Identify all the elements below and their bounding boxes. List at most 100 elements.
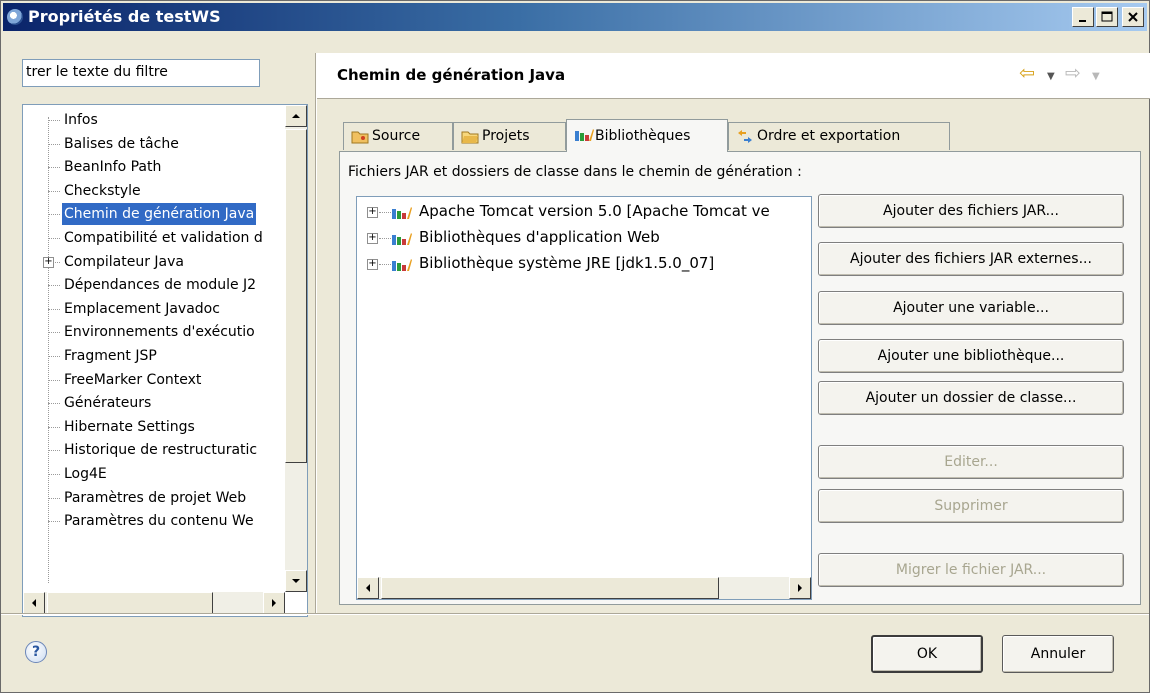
edit-button[interactable]: Editer... [818, 445, 1124, 479]
tree-item[interactable]: BeanInfo Path [23, 156, 285, 180]
library-icon [392, 233, 412, 245]
library-hscroll-thumb[interactable] [381, 577, 719, 599]
tree-horizontal-scrollbar[interactable] [23, 592, 285, 614]
tree-connector [48, 355, 60, 357]
eclipse-icon [7, 9, 23, 25]
tab-source[interactable]: Source [343, 122, 453, 150]
tab-projects[interactable]: Projets [453, 122, 566, 150]
tree-item[interactable]: Environnements d'exécutio [23, 321, 285, 345]
add-library-button[interactable]: Ajouter une bibliothèque... [818, 339, 1124, 373]
tree-scroll-thumb[interactable] [285, 129, 307, 463]
folder-source-icon [351, 131, 369, 144]
title-bar[interactable]: Propriétés de testWS [3, 3, 1147, 31]
tree-item[interactable]: Balises de tâche [23, 133, 285, 157]
tree-item-label: Log4E [64, 465, 107, 482]
window-title: Propriétés de testWS [28, 7, 221, 26]
minimize-button[interactable] [1072, 7, 1094, 27]
tree-connector [48, 497, 60, 499]
tree-connector [48, 143, 60, 145]
tree-hscroll-thumb[interactable] [47, 592, 213, 614]
tree-connector [48, 167, 60, 169]
footer-separator [1, 613, 1149, 615]
ok-button[interactable]: OK [871, 635, 983, 673]
expand-icon[interactable]: + [367, 259, 378, 270]
tree-item-label: Historique de restructuratic [64, 442, 258, 459]
library-list-item[interactable]: + Apache Tomcat version 5.0 [Apache Tomca… [357, 201, 811, 224]
cancel-button[interactable]: Annuler [1002, 635, 1114, 673]
filter-input[interactable]: trer le texte du filtre [22, 59, 260, 87]
tree-connector [48, 379, 60, 381]
expand-icon[interactable]: + [367, 233, 378, 244]
scroll-right-button[interactable] [263, 592, 285, 614]
page-title: Chemin de génération Java [337, 66, 566, 84]
tree-item[interactable]: Chemin de génération Java [23, 203, 285, 227]
tab-order-export[interactable]: Ordre et exportation [728, 122, 950, 150]
library-horizontal-scrollbar[interactable] [357, 577, 811, 599]
add-jars-button[interactable]: Ajouter des fichiers JAR... [818, 194, 1124, 228]
tree-item[interactable]: FreeMarker Context [23, 369, 285, 393]
expand-icon[interactable]: + [43, 256, 54, 268]
tree-item-label: Fragment JSP [64, 347, 157, 364]
arrow-left-icon [32, 599, 36, 607]
property-tree-panel: Infos Balises de tâche BeanInfo Path Checks… [22, 104, 308, 617]
tree-item[interactable]: + Compilateur Java [23, 251, 285, 275]
library-icon [392, 259, 412, 271]
page-header: Chemin de génération Java ⇦ ▼ ⇨ ▼ [317, 53, 1150, 99]
forward-dropdown-icon[interactable]: ▼ [1092, 71, 1100, 82]
arrow-left-icon [366, 584, 370, 592]
tree-item-label: FreeMarker Context [64, 371, 202, 388]
tree-item-label: Balises de tâche [64, 135, 179, 152]
tree-item[interactable]: Hibernate Settings [23, 416, 285, 440]
library-list[interactable]: + Apache Tomcat version 5.0 [Apache Tomca… [356, 196, 812, 600]
tree-item[interactable]: Fragment JSP [23, 345, 285, 369]
tree-connector [48, 120, 60, 121]
back-dropdown-icon[interactable]: ▼ [1047, 71, 1055, 82]
tree-item[interactable]: Historique de restructuratic [23, 439, 285, 463]
help-icon[interactable]: ? [25, 641, 47, 663]
tree-item[interactable]: Paramètres du contenu We [23, 510, 285, 534]
tree-connector [379, 212, 391, 213]
tree-connector [48, 473, 60, 475]
back-arrow-icon[interactable]: ⇦ [1019, 62, 1035, 84]
add-variable-button[interactable]: Ajouter une variable... [818, 291, 1124, 325]
tree-item[interactable]: Générateurs [23, 392, 285, 416]
scroll-down-button[interactable] [285, 570, 307, 592]
tree-connector [379, 238, 391, 239]
tree-item-label: Emplacement Javadoc [64, 300, 220, 317]
forward-arrow-icon[interactable]: ⇨ [1065, 62, 1081, 84]
library-list-item[interactable]: + Bibliothèque système JRE [jdk1.5.0_07] [357, 253, 811, 276]
add-external-jars-button[interactable]: Ajouter des fichiers JAR externes... [818, 242, 1124, 276]
arrow-right-icon [798, 584, 802, 592]
tree-item[interactable]: Infos [23, 109, 285, 133]
library-list-item[interactable]: + Bibliothèques d'application Web [357, 227, 811, 250]
tree-connector [48, 521, 60, 523]
maximize-icon [1101, 11, 1113, 22]
tree-item[interactable]: Compatibilité et validation d [23, 227, 285, 251]
tree-item[interactable]: Checkstyle [23, 180, 285, 204]
tree-vertical-scrollbar[interactable] [285, 105, 307, 592]
library-label: Bibliothèques d'application Web [419, 228, 660, 246]
maximize-button[interactable] [1096, 7, 1118, 27]
tree-item-label: Checkstyle [64, 182, 141, 199]
library-label: Apache Tomcat version 5.0 [Apache Tomcat… [419, 202, 770, 220]
tree-item[interactable]: Paramètres de projet Web [23, 487, 285, 511]
tree-item[interactable]: Log4E [23, 463, 285, 487]
add-class-folder-button[interactable]: Ajouter un dossier de classe... [818, 381, 1124, 415]
tree-item[interactable]: Dépendances de module J2 [23, 274, 285, 298]
list-scroll-right-button[interactable] [789, 577, 811, 599]
tree-item[interactable]: Emplacement Javadoc [23, 298, 285, 322]
tree-item-label: Compatibilité et validation d [64, 229, 263, 246]
scroll-up-button[interactable] [285, 105, 307, 127]
remove-button[interactable]: Supprimer [818, 489, 1124, 523]
migrate-jar-button[interactable]: Migrer le fichier JAR... [818, 553, 1124, 587]
scroll-left-button[interactable] [23, 592, 45, 614]
list-scroll-left-button[interactable] [357, 577, 379, 599]
expand-icon[interactable]: + [367, 207, 378, 218]
pane-splitter[interactable] [315, 53, 317, 613]
tree-connector [48, 426, 60, 428]
tree-connector [379, 264, 391, 265]
tree-item-label: Compilateur Java [64, 253, 184, 270]
property-tree: Infos Balises de tâche BeanInfo Path Checks… [23, 109, 285, 583]
tab-libraries[interactable]: Bibliothèques [566, 119, 728, 152]
close-button[interactable] [1122, 7, 1144, 27]
